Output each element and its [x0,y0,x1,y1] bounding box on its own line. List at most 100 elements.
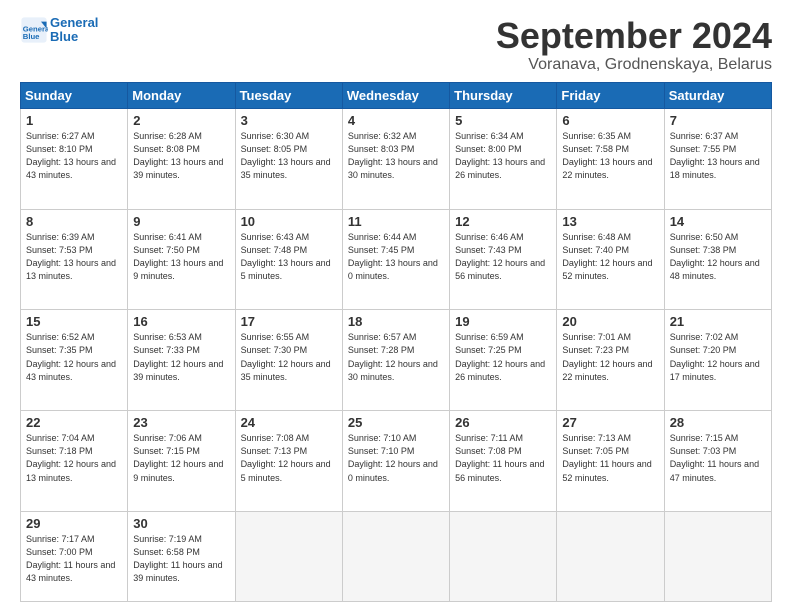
empty-cell [450,512,557,602]
day-info: Sunrise: 7:08 AMSunset: 7:13 PMDaylight:… [241,432,337,484]
day-number: 11 [348,214,444,229]
day-cell-24: 24 Sunrise: 7:08 AMSunset: 7:13 PMDayligh… [235,411,342,512]
column-header-saturday: Saturday [664,82,771,108]
day-info: Sunrise: 7:06 AMSunset: 7:15 PMDaylight:… [133,432,229,484]
day-number: 8 [26,214,122,229]
column-header-friday: Friday [557,82,664,108]
day-number: 13 [562,214,658,229]
day-info: Sunrise: 6:55 AMSunset: 7:30 PMDaylight:… [241,331,337,383]
day-cell-9: 9 Sunrise: 6:41 AMSunset: 7:50 PMDaylight… [128,209,235,310]
day-cell-13: 13 Sunrise: 6:48 AMSunset: 7:40 PMDayligh… [557,209,664,310]
day-info: Sunrise: 6:28 AMSunset: 8:08 PMDaylight:… [133,130,229,182]
column-header-sunday: Sunday [21,82,128,108]
day-cell-21: 21 Sunrise: 7:02 AMSunset: 7:20 PMDayligh… [664,310,771,411]
day-info: Sunrise: 6:35 AMSunset: 7:58 PMDaylight:… [562,130,658,182]
day-info: Sunrise: 6:59 AMSunset: 7:25 PMDaylight:… [455,331,551,383]
day-cell-23: 23 Sunrise: 7:06 AMSunset: 7:15 PMDayligh… [128,411,235,512]
day-cell-22: 22 Sunrise: 7:04 AMSunset: 7:18 PMDayligh… [21,411,128,512]
day-info: Sunrise: 7:13 AMSunset: 7:05 PMDaylight:… [562,432,658,484]
empty-cell [342,512,449,602]
day-number: 23 [133,415,229,430]
day-info: Sunrise: 6:50 AMSunset: 7:38 PMDaylight:… [670,231,766,283]
day-info: Sunrise: 6:41 AMSunset: 7:50 PMDaylight:… [133,231,229,283]
empty-cell [557,512,664,602]
day-info: Sunrise: 7:17 AMSunset: 7:00 PMDaylight:… [26,533,122,585]
logo-text-line1: General [50,16,98,30]
day-number: 4 [348,113,444,128]
day-number: 6 [562,113,658,128]
column-header-wednesday: Wednesday [342,82,449,108]
day-cell-25: 25Sunrise: 7:10 AMSunset: 7:10 PMDayligh… [342,411,449,512]
day-number: 15 [26,314,122,329]
day-number: 9 [133,214,229,229]
day-cell-12: 12Sunrise: 6:46 AMSunset: 7:43 PMDayligh… [450,209,557,310]
day-number: 27 [562,415,658,430]
day-number: 2 [133,113,229,128]
day-number: 24 [241,415,337,430]
logo: General Blue General Blue [20,16,98,45]
day-number: 7 [670,113,766,128]
day-cell-1: 1Sunrise: 6:27 AMSunset: 8:10 PMDaylight… [21,108,128,209]
day-number: 10 [241,214,337,229]
day-number: 16 [133,314,229,329]
day-cell-4: 4Sunrise: 6:32 AMSunset: 8:03 PMDaylight… [342,108,449,209]
day-info: Sunrise: 7:02 AMSunset: 7:20 PMDaylight:… [670,331,766,383]
day-number: 28 [670,415,766,430]
day-cell-8: 8 Sunrise: 6:39 AMSunset: 7:53 PMDaylight… [21,209,128,310]
day-number: 18 [348,314,444,329]
day-cell-27: 27 Sunrise: 7:13 AMSunset: 7:05 PMDayligh… [557,411,664,512]
column-header-monday: Monday [128,82,235,108]
day-number: 30 [133,516,229,531]
day-cell-20: 20Sunrise: 7:01 AMSunset: 7:23 PMDayligh… [557,310,664,411]
day-cell-19: 19 Sunrise: 6:59 AMSunset: 7:25 PMDayligh… [450,310,557,411]
day-info: Sunrise: 6:34 AMSunset: 8:00 PMDaylight:… [455,130,551,182]
day-number: 5 [455,113,551,128]
column-header-tuesday: Tuesday [235,82,342,108]
day-number: 20 [562,314,658,329]
day-info: Sunrise: 6:37 AMSunset: 7:55 PMDaylight:… [670,130,766,182]
empty-cell [235,512,342,602]
day-info: Sunrise: 6:39 AMSunset: 7:53 PMDaylight:… [26,231,122,283]
day-cell-6: 6 Sunrise: 6:35 AMSunset: 7:58 PMDaylight… [557,108,664,209]
day-info: Sunrise: 6:43 AMSunset: 7:48 PMDaylight:… [241,231,337,283]
day-cell-26: 26 Sunrise: 7:11 AMSunset: 7:08 PMDayligh… [450,411,557,512]
title-block: September 2024 Voranava, Grodnenskaya, B… [496,16,772,74]
day-info: Sunrise: 6:27 AMSunset: 8:10 PMDaylight:… [26,130,122,182]
day-number: 22 [26,415,122,430]
day-number: 21 [670,314,766,329]
day-info: Sunrise: 6:48 AMSunset: 7:40 PMDaylight:… [562,231,658,283]
logo-text-line2: Blue [50,30,98,44]
day-number: 17 [241,314,337,329]
day-info: Sunrise: 6:44 AMSunset: 7:45 PMDaylight:… [348,231,444,283]
column-header-thursday: Thursday [450,82,557,108]
empty-cell [664,512,771,602]
day-number: 19 [455,314,551,329]
day-number: 29 [26,516,122,531]
day-cell-16: 16 Sunrise: 6:53 AMSunset: 7:33 PMDayligh… [128,310,235,411]
day-cell-17: 17 Sunrise: 6:55 AMSunset: 7:30 PMDayligh… [235,310,342,411]
day-info: Sunrise: 6:46 AMSunset: 7:43 PMDaylight:… [455,231,551,283]
day-cell-2: 2 Sunrise: 6:28 AMSunset: 8:08 PMDaylight… [128,108,235,209]
logo-icon: General Blue [20,16,48,44]
calendar-header-row: SundayMondayTuesdayWednesdayThursdayFrid… [21,82,772,108]
day-cell-7: 7 Sunrise: 6:37 AMSunset: 7:55 PMDaylight… [664,108,771,209]
day-cell-30: 30Sunrise: 7:19 AMSunset: 6:58 PMDayligh… [128,512,235,602]
day-info: Sunrise: 7:10 AMSunset: 7:10 PMDaylight:… [348,432,444,484]
day-cell-10: 10 Sunrise: 6:43 AMSunset: 7:48 PMDayligh… [235,209,342,310]
day-cell-28: 28 Sunrise: 7:15 AMSunset: 7:03 PMDayligh… [664,411,771,512]
day-info: Sunrise: 6:30 AMSunset: 8:05 PMDaylight:… [241,130,337,182]
day-info: Sunrise: 6:53 AMSunset: 7:33 PMDaylight:… [133,331,229,383]
day-number: 14 [670,214,766,229]
calendar-table: SundayMondayTuesdayWednesdayThursdayFrid… [20,82,772,602]
day-cell-11: 11 Sunrise: 6:44 AMSunset: 7:45 PMDayligh… [342,209,449,310]
day-info: Sunrise: 7:04 AMSunset: 7:18 PMDaylight:… [26,432,122,484]
day-info: Sunrise: 7:15 AMSunset: 7:03 PMDaylight:… [670,432,766,484]
day-cell-5: 5 Sunrise: 6:34 AMSunset: 8:00 PMDaylight… [450,108,557,209]
day-info: Sunrise: 6:57 AMSunset: 7:28 PMDaylight:… [348,331,444,383]
day-cell-18: 18 Sunrise: 6:57 AMSunset: 7:28 PMDayligh… [342,310,449,411]
calendar-title: September 2024 [496,16,772,56]
day-cell-15: 15Sunrise: 6:52 AMSunset: 7:35 PMDayligh… [21,310,128,411]
day-info: Sunrise: 7:11 AMSunset: 7:08 PMDaylight:… [455,432,551,484]
calendar-subtitle: Voranava, Grodnenskaya, Belarus [496,56,772,74]
day-number: 26 [455,415,551,430]
